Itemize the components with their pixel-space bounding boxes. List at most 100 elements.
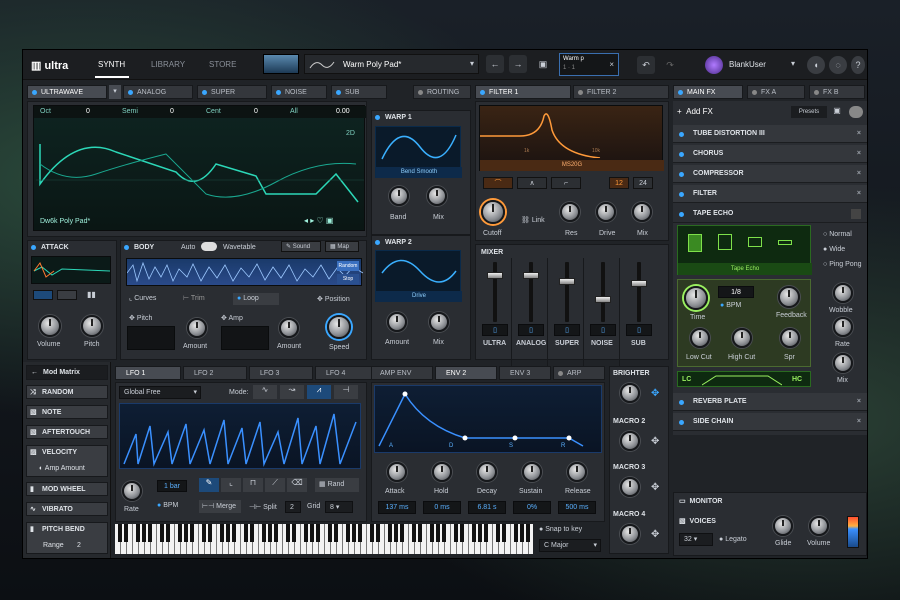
echo-highcut-knob[interactable] xyxy=(732,328,752,348)
lfo-rate-knob[interactable] xyxy=(122,481,142,501)
echo-feedback-knob[interactable] xyxy=(778,286,800,308)
warp2-led[interactable] xyxy=(375,240,380,245)
filter-res-knob[interactable] xyxy=(560,202,580,222)
mod-matrix-button[interactable]: ← Mod Matrix xyxy=(26,365,108,380)
fx-item-compressor[interactable]: COMPRESSOR × xyxy=(673,165,867,183)
fx-item-tape-echo[interactable]: TAPE ECHO xyxy=(673,205,867,223)
close-icon[interactable]: × xyxy=(857,185,861,203)
close-icon[interactable]: × xyxy=(609,60,614,69)
lfo-grid-dropdown[interactable]: 8 ▾ xyxy=(325,501,353,513)
env-hold-value[interactable]: 0 ms xyxy=(423,501,461,514)
filter-shape-highpass[interactable]: ⌐ xyxy=(551,177,581,189)
mute-noise[interactable]: ▯ xyxy=(590,324,616,336)
tab-amp-env[interactable]: AMP ENV xyxy=(371,366,433,380)
filter-slope-24[interactable]: 24 xyxy=(633,177,653,189)
env-sustain-knob[interactable] xyxy=(522,462,542,482)
echo-wobble-knob[interactable] xyxy=(833,283,853,303)
add-fx-button[interactable]: + Add FX xyxy=(677,107,713,116)
tab-routing[interactable]: ROUTING xyxy=(413,85,471,99)
warp2-mix-knob[interactable] xyxy=(429,312,449,332)
lfo-mode-oneshot[interactable]: ⊣ xyxy=(334,385,358,399)
env-sustain-value[interactable]: 0% xyxy=(513,501,551,514)
lfo-bpm-toggle[interactable]: ● BPM xyxy=(157,502,178,509)
fx-item-reverb-plate[interactable]: REVERB PLATE × xyxy=(673,393,867,411)
echo-bpm-toggle[interactable]: ● BPM xyxy=(720,302,741,309)
close-icon[interactable]: × xyxy=(857,393,861,411)
lfo-merge-button[interactable]: ⊢⊣ Merge xyxy=(199,500,241,513)
pencil-icon[interactable]: ✎ xyxy=(199,478,219,492)
macro2-knob[interactable] xyxy=(620,431,640,451)
square-icon[interactable] xyxy=(851,209,861,219)
echo-time-value[interactable]: 1/8 xyxy=(718,286,754,298)
tab-lfo4[interactable]: LFO 4 xyxy=(315,366,379,380)
macro3-knob[interactable] xyxy=(620,477,640,497)
mod-source-pitch-bend[interactable]: ▮ PITCH BEND Range 2 xyxy=(26,522,108,554)
echo-mode-selector[interactable]: Tape Echo xyxy=(678,263,812,275)
close-icon[interactable]: × xyxy=(857,145,861,163)
env-attack-value[interactable]: 137 ms xyxy=(378,501,416,514)
env-hold-knob[interactable] xyxy=(432,462,452,482)
fader-ultra[interactable] xyxy=(487,272,503,279)
eraser-icon[interactable]: ⌫ xyxy=(287,478,307,492)
mute-ultra[interactable]: ▯ xyxy=(482,324,508,336)
mute-super[interactable]: ▯ xyxy=(554,324,580,336)
tab-sub[interactable]: SUB xyxy=(331,85,387,99)
attack-volume-knob[interactable] xyxy=(39,315,61,337)
lfo-rate-value[interactable]: 1 bar xyxy=(157,480,187,492)
legato-toggle[interactable]: ● Legato xyxy=(719,536,747,543)
lfo-mode-free[interactable]: ∿ xyxy=(253,385,277,399)
voices-dropdown[interactable]: 32 ▾ xyxy=(679,533,713,546)
echo-eq-display[interactable]: LC HC xyxy=(677,371,811,387)
mod-source-note[interactable]: ▧ NOTE xyxy=(26,405,108,419)
echo-time-knob[interactable] xyxy=(684,286,708,310)
echo-mix-knob[interactable] xyxy=(833,353,853,373)
snap-to-key-toggle[interactable]: ● Snap to key xyxy=(539,526,582,533)
range-value[interactable]: 2 xyxy=(77,539,81,552)
body-amount2-knob[interactable] xyxy=(279,318,299,338)
nav-library[interactable]: LIBRARY xyxy=(151,60,185,69)
mod-source-vibrato[interactable]: ∿ VIBRATO xyxy=(26,502,108,516)
tab-lfo2[interactable]: LFO 2 xyxy=(183,366,247,380)
tab-ultrawave[interactable]: ULTRAWAVE xyxy=(27,85,107,99)
body-random-label[interactable]: Random xyxy=(337,261,359,271)
body-tab-curves[interactable]: ⌞ Curves xyxy=(129,293,177,305)
chevron-down-icon[interactable]: ▾ xyxy=(791,59,795,68)
position-label[interactable]: ✥ Position xyxy=(317,295,350,303)
mute-analog[interactable]: ▯ xyxy=(518,324,544,336)
volume-knob[interactable] xyxy=(809,516,829,536)
user-avatar[interactable] xyxy=(705,56,723,74)
save-icon[interactable]: ▣ xyxy=(831,106,843,118)
wavetable-nav-icons[interactable]: ◂ ▸ ♡ ▣ xyxy=(304,216,333,225)
macro1-knob[interactable] xyxy=(620,383,640,403)
warp1-display[interactable]: Bend Smooth xyxy=(375,126,462,178)
lfo-mode-buttons[interactable]: ∿ ↝ ⩘ ⊣ xyxy=(253,385,361,399)
fader-super[interactable] xyxy=(559,278,575,285)
speaker-icon[interactable]: ◖ xyxy=(807,56,825,74)
echo-rate-knob[interactable] xyxy=(833,317,853,337)
wavetable-display[interactable]: Oct 0 Semi 0 Cent 0 All 0.00 2D Dw6k Pol… xyxy=(33,105,366,231)
warp1-mix-knob[interactable] xyxy=(427,186,447,206)
tab-env3[interactable]: ENV 3 xyxy=(499,366,551,380)
body-stop-label[interactable]: Stop xyxy=(337,274,359,284)
warp1-led[interactable] xyxy=(375,115,380,120)
tab-analog[interactable]: ANALOG xyxy=(123,85,193,99)
body-tab-loop[interactable]: ● Loop xyxy=(233,293,279,305)
preset-thumbnail[interactable] xyxy=(263,54,299,74)
presets-button[interactable]: Presets xyxy=(791,106,827,118)
envelope-display[interactable]: A D S R xyxy=(374,385,602,453)
env-decay-value[interactable]: 6.81 s xyxy=(468,501,506,514)
pitch-envelope-display[interactable] xyxy=(127,326,175,350)
close-icon[interactable]: × xyxy=(857,165,861,183)
square-wave-icon[interactable]: ⊓ xyxy=(243,478,263,492)
tab-lfo3[interactable]: LFO 3 xyxy=(249,366,313,380)
echo-spr-knob[interactable] xyxy=(780,328,800,348)
lfo-mode-env[interactable]: ⩘ xyxy=(307,385,331,399)
warp1-band-knob[interactable] xyxy=(389,186,409,206)
velocity-target[interactable]: ◐ Amp Amount xyxy=(39,462,85,475)
fader-analog[interactable] xyxy=(523,272,539,279)
lfo-sync-dropdown[interactable]: Global Free ▾ xyxy=(119,386,201,399)
ab-compare-box[interactable]: Warm p 1 · 1 × xyxy=(559,53,619,76)
wavetable-name[interactable]: Dw6k Poly Pad* xyxy=(40,218,90,225)
warp2-selector[interactable]: Drive xyxy=(376,291,462,302)
next-preset-button[interactable]: → xyxy=(509,55,527,73)
